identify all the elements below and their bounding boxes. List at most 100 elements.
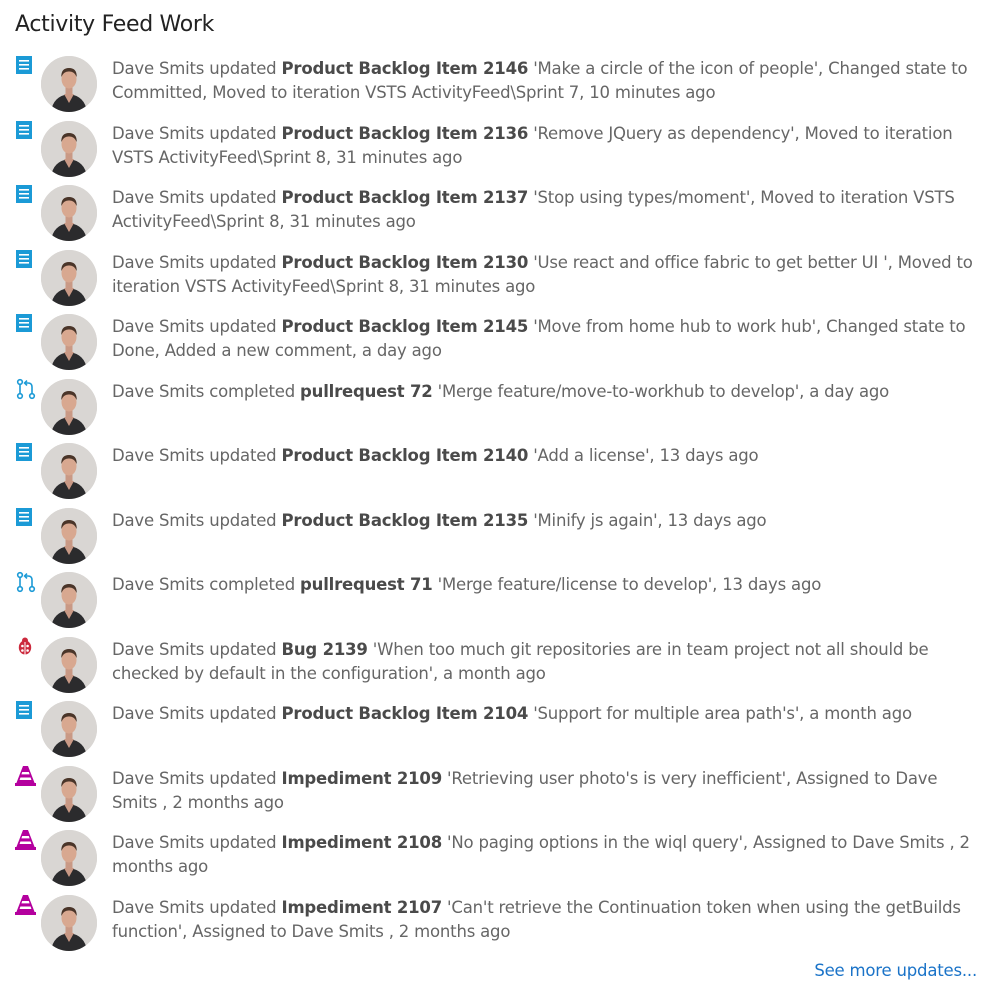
bug-icon [15,636,35,656]
avatar [41,120,97,177]
backlog-item-icon [15,442,35,462]
impediment-icon [15,894,36,915]
feed-item-action: updated [209,833,277,852]
feed-item-text: Dave Smits updated Impediment 2107 'Can'… [112,896,980,944]
feed-item-work-item: Impediment 2108 [281,833,443,852]
feed-item-action: updated [209,510,277,530]
feed-item-user: Dave Smits [112,317,205,336]
feed-item-action: updated [209,188,277,207]
feed-item: Dave Smits updated Impediment 2109 'Retr… [0,765,992,830]
feed-item-work-item: Bug 2139 [281,639,368,659]
feed-item-user: Dave Smits [112,639,205,659]
feed-item-action: completed [209,575,295,594]
feed-item-text: Dave Smits updated Product Backlog Item … [112,186,980,234]
feed-item-work-item: Product Backlog Item 2137 [281,188,529,207]
avatar [41,636,97,693]
feed-item-user: Dave Smits [112,252,205,272]
feed-item-work-item: Product Backlog Item 2130 [281,252,529,272]
feed-item-work-item: Product Backlog Item 2140 [281,446,529,465]
avatar [41,249,97,306]
feed-item-user: Dave Smits [112,381,205,401]
feed-item-user: Dave Smits [112,59,205,78]
backlog-item-icon [15,184,35,204]
feed-item: Dave Smits updated Product Backlog Item … [0,700,992,765]
feed-item: Dave Smits updated Impediment 2108 'No p… [0,829,992,894]
avatar [41,378,97,435]
feed-item: Dave Smits updated Product Backlog Item … [0,184,992,249]
feed-item-action: updated [209,446,277,465]
pull-request-icon [15,571,36,593]
avatar [41,314,97,370]
feed-item: Dave Smits updated Bug 2139 'When too mu… [0,636,992,701]
feed-item-text: Dave Smits updated Product Backlog Item … [112,122,980,170]
feed-item-details: 'Support for multiple area path's', a mo… [533,704,912,723]
backlog-item-icon [15,249,35,269]
feed-item-text: Dave Smits updated Impediment 2109 'Retr… [112,767,980,815]
impediment-icon [15,765,36,786]
feed-item-text: Dave Smits completed pullrequest 71 'Mer… [112,573,980,597]
feed-item: Dave Smits updated Product Backlog Item … [0,120,992,185]
feed-item-text: Dave Smits updated Bug 2139 'When too mu… [112,638,980,686]
avatar [41,830,97,886]
feed-item: Dave Smits updated Product Backlog Item … [0,55,992,120]
feed-item-action: updated [209,768,277,788]
feed-item-work-item: Product Backlog Item 2104 [281,704,529,723]
feed-item-user: Dave Smits [112,510,205,530]
feed-item-details: 'Add a license', 13 days ago [533,446,759,465]
feed-item-details: 'Merge feature/license to develop', 13 d… [437,575,822,594]
feed-item-action: updated [209,252,277,272]
feed-item-action: updated [209,59,277,78]
feed-item-work-item: Product Backlog Item 2136 [281,123,529,143]
feed-item-text: Dave Smits updated Product Backlog Item … [112,509,980,533]
feed-item-work-item: Impediment 2107 [281,897,443,917]
feed-item-work-item: Product Backlog Item 2146 [281,59,529,78]
feed-item: Dave Smits updated Product Backlog Item … [0,507,992,572]
feed-item-work-item: Product Backlog Item 2145 [281,317,529,336]
backlog-item-icon [15,55,35,75]
feed-item-user: Dave Smits [112,123,205,143]
page-title: Activity Feed Work [15,12,215,37]
feed-item-action: updated [209,639,277,659]
avatar [41,701,97,757]
feed-item: Dave Smits completed pullrequest 72 'Mer… [0,378,992,443]
feed-item-text: Dave Smits updated Product Backlog Item … [112,444,980,468]
feed-item-user: Dave Smits [112,833,205,852]
feed-item-user: Dave Smits [112,575,205,594]
avatar [41,765,97,822]
avatar [41,56,97,112]
feed-item-action: updated [209,123,277,143]
feed-item-text: Dave Smits updated Product Backlog Item … [112,251,980,299]
feed-item-text: Dave Smits updated Product Backlog Item … [112,702,980,726]
backlog-item-icon [15,120,35,140]
feed-item-work-item: Impediment 2109 [281,768,443,788]
feed-item-action: updated [209,704,277,723]
avatar [41,894,97,951]
avatar [41,185,97,241]
backlog-item-icon [15,313,35,333]
feed-item-action: updated [209,317,277,336]
feed-item-user: Dave Smits [112,768,205,788]
feed-item-text: Dave Smits updated Product Backlog Item … [112,315,980,363]
feed-item: Dave Smits updated Product Backlog Item … [0,249,992,314]
feed-item: Dave Smits updated Product Backlog Item … [0,442,992,507]
feed-item-work-item: pullrequest 72 [300,381,433,401]
feed-item-text: Dave Smits completed pullrequest 72 'Mer… [112,380,980,404]
feed-item-work-item: pullrequest 71 [300,575,433,594]
feed-item: Dave Smits updated Product Backlog Item … [0,313,992,378]
feed-item: Dave Smits completed pullrequest 71 'Mer… [0,571,992,636]
feed-item-user: Dave Smits [112,188,205,207]
activity-feed: Dave Smits updated Product Backlog Item … [0,55,992,958]
feed-item-work-item: Product Backlog Item 2135 [281,510,529,530]
feed-item-text: Dave Smits updated Product Backlog Item … [112,57,980,105]
feed-item-user: Dave Smits [112,897,205,917]
feed-item-action: updated [209,897,277,917]
see-more-link[interactable]: See more updates... [814,961,977,980]
backlog-item-icon [15,700,35,720]
impediment-icon [15,829,36,850]
backlog-item-icon [15,507,35,527]
avatar [41,507,97,564]
avatar [41,572,97,628]
feed-item-user: Dave Smits [112,704,205,723]
avatar [41,443,97,499]
feed-item-text: Dave Smits updated Impediment 2108 'No p… [112,831,980,879]
